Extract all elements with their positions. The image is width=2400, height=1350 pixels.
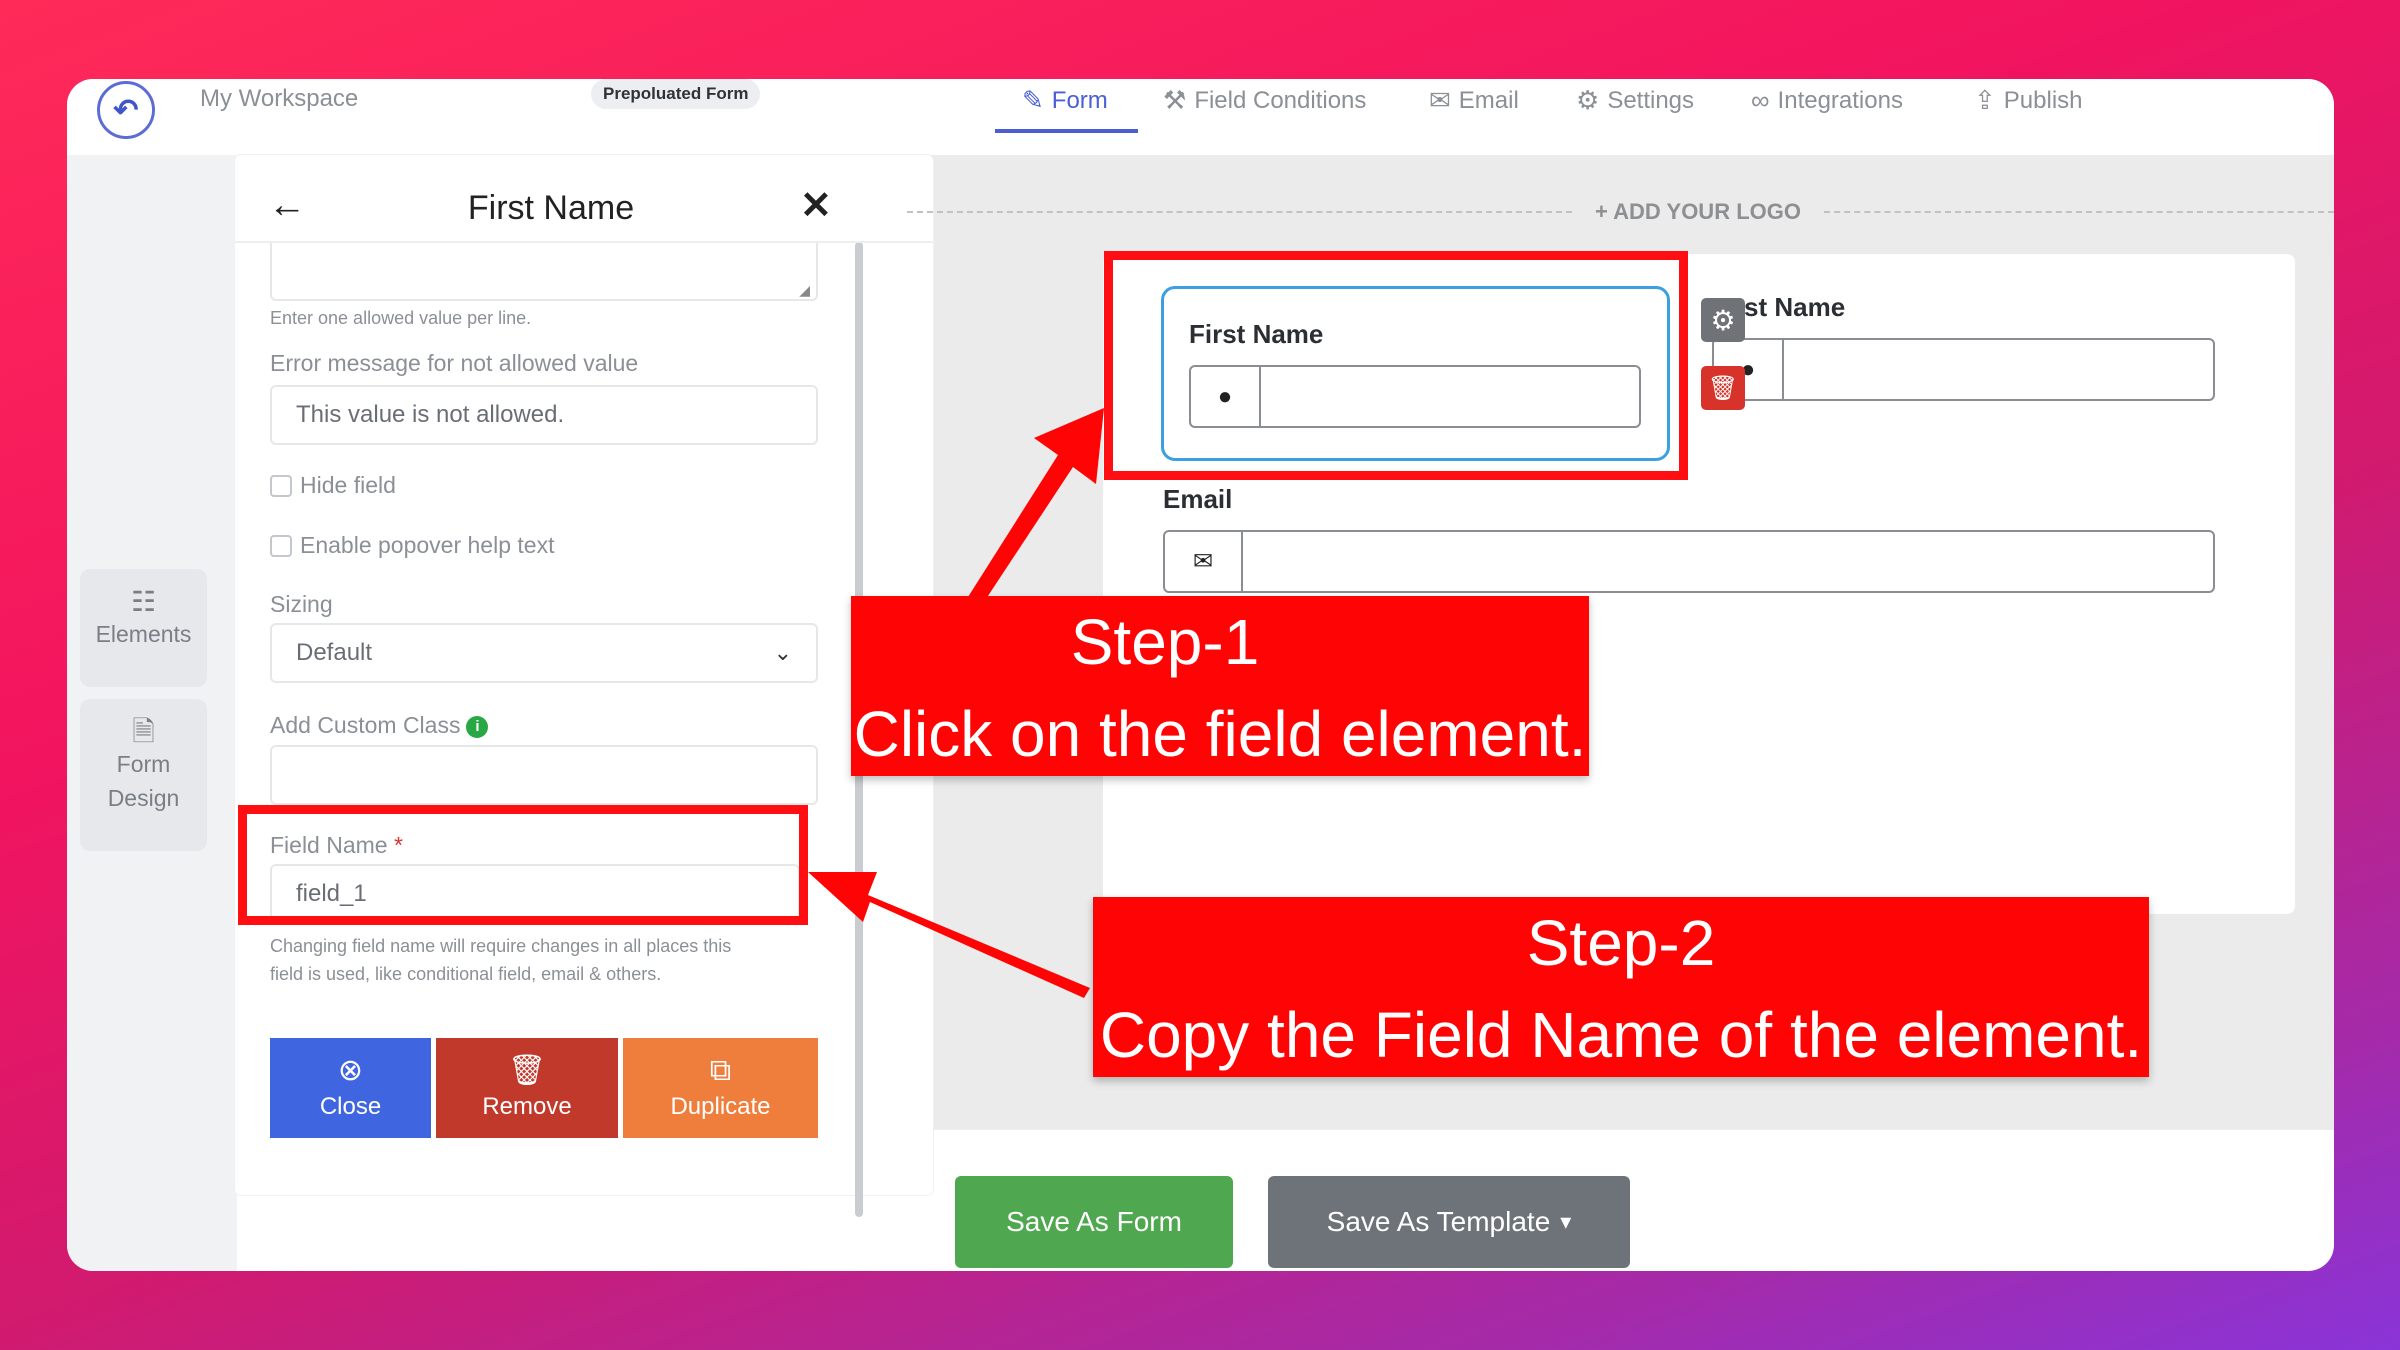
- save-as-form-button[interactable]: Save As Form: [955, 1176, 1233, 1268]
- remove-button[interactable]: 🗑 Remove: [436, 1038, 618, 1138]
- tab-settings-label: Settings: [1607, 86, 1695, 114]
- custom-class-label-row: Add Custom Class i: [270, 712, 489, 739]
- save-as-form-label: Save As Form: [1006, 1206, 1182, 1237]
- step1-title: Step-1: [1070, 606, 1260, 678]
- tab-email-label: Email: [1458, 86, 1519, 114]
- enable-popover-checkbox[interactable]: [270, 535, 292, 557]
- tab-integrations[interactable]: ∞ Integrations: [1751, 85, 1903, 116]
- active-tab-indicator: [995, 129, 1138, 133]
- field-settings-gear-icon[interactable]: ⚙: [1701, 298, 1745, 342]
- panel-title: First Name: [467, 189, 635, 227]
- form-name-badge: Prepoluated Form: [591, 79, 761, 109]
- list-icon: ☷: [130, 586, 157, 617]
- duplicate-icon: ⧉: [709, 1054, 732, 1087]
- tab-publish[interactable]: ⇪ Publish: [1974, 85, 2083, 116]
- enable-popover-label: Enable popover help text: [300, 532, 555, 558]
- form-design-button[interactable]: 🗎 Form Design: [80, 699, 207, 851]
- tab-settings[interactable]: ⚙ Settings: [1576, 85, 1694, 116]
- tab-field-conditions[interactable]: ⚒ Field Conditions: [1163, 85, 1366, 116]
- tab-field-conditions-label: Field Conditions: [1194, 86, 1367, 114]
- sizing-label: Sizing: [270, 591, 333, 617]
- step2-text: Copy the Field Name of the element.: [1099, 999, 2143, 1071]
- gear-icon: ⚙: [1576, 85, 1600, 115]
- email-input[interactable]: ✉: [1163, 530, 2215, 593]
- step2-callout: Step-2 Copy the Field Name of the elemen…: [1093, 897, 2149, 1077]
- info-icon[interactable]: i: [466, 716, 489, 738]
- resize-handle-icon: ◢: [799, 282, 810, 298]
- step2-title: Step-2: [1526, 907, 1716, 979]
- hide-field-checkbox[interactable]: [270, 475, 292, 497]
- error-message-value: This value is not allowed.: [296, 401, 565, 428]
- elements-button[interactable]: ☷ Elements: [80, 569, 207, 687]
- undo-arrow-icon: ↶: [113, 93, 139, 127]
- panel-close-icon[interactable]: ✕: [800, 183, 832, 228]
- add-logo-link[interactable]: + ADD YOUR LOGO: [1585, 199, 1811, 225]
- email-field-label: Email: [1163, 484, 1233, 514]
- field-delete-trash-icon[interactable]: 🗑: [1701, 366, 1745, 410]
- save-as-template-button[interactable]: Save As Template ▾: [1268, 1176, 1630, 1268]
- link-icon: ∞: [1751, 85, 1770, 115]
- custom-class-input[interactable]: [270, 745, 818, 805]
- tab-publish-label: Publish: [2003, 86, 2083, 114]
- duplicate-button[interactable]: ⧉ Duplicate: [623, 1038, 818, 1138]
- remove-label: Remove: [482, 1093, 572, 1120]
- logo-divider-left: [907, 211, 1572, 213]
- tab-email[interactable]: ✉ Email: [1429, 85, 1519, 116]
- elements-label: Elements: [95, 621, 192, 647]
- logo-divider-right: [1824, 211, 2334, 213]
- allowed-values-textarea[interactable]: ◢: [270, 243, 818, 301]
- step2-highlight-box: [238, 805, 808, 925]
- step1-callout: Step-1 Click on the field element.: [851, 596, 1589, 776]
- save-as-template-label: Save As Template: [1326, 1206, 1551, 1237]
- form-icon: ✎: [1022, 85, 1044, 115]
- field-name-hint-2: field is used, like conditional field, e…: [270, 964, 662, 984]
- workspace-link[interactable]: My Workspace: [200, 85, 358, 113]
- form-design-label-1: Form: [116, 751, 171, 777]
- last-name-input[interactable]: ●: [1712, 338, 2215, 401]
- envelope-icon: ✉: [1165, 532, 1243, 591]
- panel-back-arrow-icon[interactable]: ←: [268, 184, 306, 227]
- step1-highlight-box: [1104, 251, 1688, 480]
- document-icon: 🗎: [132, 716, 155, 747]
- close-circle-icon: ⊗: [337, 1054, 364, 1087]
- last-name-field-label: st Name: [1744, 292, 1846, 322]
- back-button[interactable]: ↶: [97, 81, 155, 139]
- error-message-input[interactable]: This value is not allowed.: [270, 385, 818, 445]
- close-button[interactable]: ⊗ Close: [270, 1038, 431, 1138]
- custom-class-label: Add Custom Class: [270, 712, 461, 738]
- allowed-values-hint: Enter one allowed value per line.: [270, 308, 532, 328]
- hide-field-label: Hide field: [300, 472, 396, 498]
- trash-icon: 🗑: [507, 1054, 547, 1087]
- tab-integrations-label: Integrations: [1777, 86, 1903, 114]
- caret-down-icon: ▾: [1560, 1209, 1572, 1234]
- step1-text: Click on the field element.: [853, 698, 1587, 770]
- share-icon: ⇪: [1974, 85, 1996, 115]
- form-design-label-2: Design: [107, 785, 180, 811]
- wrench-icon: ⚒: [1163, 85, 1187, 115]
- sizing-select[interactable]: Default ⌄: [270, 623, 818, 683]
- sizing-value: Default: [296, 639, 373, 666]
- close-label: Close: [319, 1093, 382, 1120]
- envelope-icon: ✉: [1429, 85, 1451, 115]
- error-message-label: Error message for not allowed value: [270, 350, 639, 376]
- tab-form[interactable]: ✎ Form: [1022, 85, 1108, 116]
- tab-form-label: Form: [1051, 86, 1108, 114]
- top-bar: ↶ My Workspace Prepoluated Form ✎ Form ⚒…: [67, 79, 2334, 155]
- field-name-hint-1: Changing field name will require changes…: [270, 936, 732, 956]
- duplicate-label: Duplicate: [670, 1093, 771, 1120]
